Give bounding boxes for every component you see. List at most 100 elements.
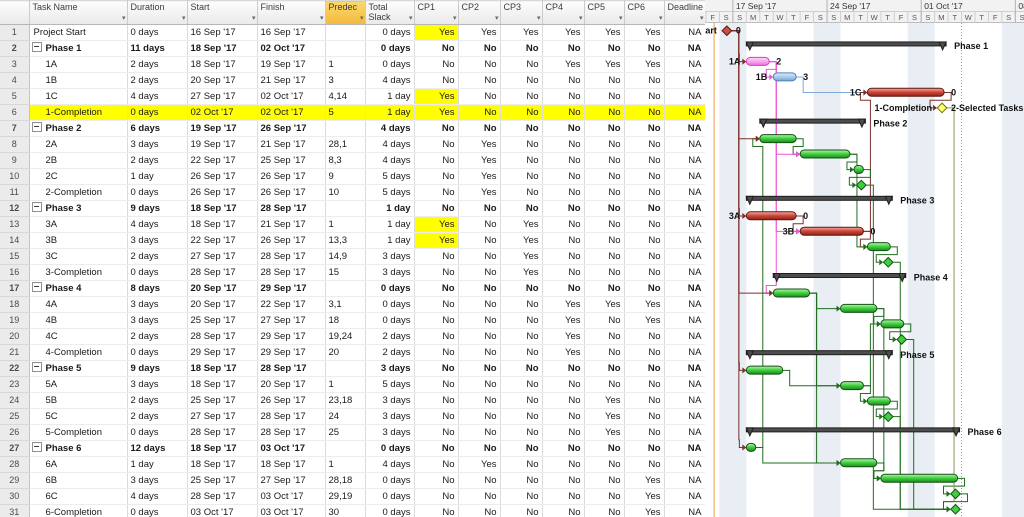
cell-cp2[interactable]: No [458,328,501,345]
cell-finish[interactable]: 21 Sep '17 [257,72,326,89]
cell-cp5[interactable]: Yes [584,424,625,441]
cell-cp2[interactable]: No [458,408,501,425]
cell-start[interactable]: 20 Sep '17 [187,296,258,313]
cell-cp3[interactable]: Yes [500,216,543,233]
cell-task-name[interactable]: Project Start [29,24,128,41]
cell-cp4[interactable]: No [542,104,585,121]
cell-deadline[interactable]: NA [664,120,706,137]
cell-deadline[interactable]: NA [664,472,706,489]
cell-cp5[interactable]: No [584,264,625,281]
cell-cp1[interactable]: No [414,504,459,517]
cell-task-name[interactable]: Phase 5 [29,360,128,377]
gantt-bar-2B[interactable] [799,149,851,159]
cell-total-slack[interactable]: 2 days [365,344,415,361]
cell-predecessors[interactable]: 4,14 [325,88,366,105]
cell-predecessors[interactable]: 19,24 [325,328,366,345]
column-header-deadline[interactable]: Deadline ▾ [664,0,706,25]
cell-cp5[interactable]: No [584,376,625,393]
cell-deadline[interactable]: NA [664,280,706,297]
cell-finish[interactable]: 16 Sep '17 [257,24,326,41]
cell-duration[interactable]: 4 days [127,216,188,233]
cell-task-name[interactable]: 5-Completion [29,424,128,441]
gantt-bar-4C[interactable] [880,319,905,329]
cell-duration[interactable]: 0 days [127,424,188,441]
cell-cp4[interactable]: No [542,88,585,105]
cell-cp1[interactable]: Yes [414,104,459,121]
cell-duration[interactable]: 0 days [127,504,188,517]
cell-predecessors[interactable]: 10 [325,184,366,201]
filter-dropdown-icon[interactable]: ▾ [495,14,499,24]
cell-cp5[interactable]: No [584,344,625,361]
cell-cp4[interactable]: No [542,136,585,153]
filter-dropdown-icon[interactable]: ▾ [659,14,663,24]
collapse-icon[interactable] [31,122,42,132]
cell-predecessors[interactable] [325,280,366,297]
cell-cp6[interactable]: No [624,264,665,281]
cell-cp2[interactable]: No [458,200,501,217]
cell-deadline[interactable]: NA [664,424,706,441]
gantt-bar-1A[interactable] [745,56,770,66]
cell-total-slack[interactable]: 3 days [365,360,415,377]
cell-start[interactable]: 20 Sep '17 [187,280,258,297]
cell-total-slack[interactable]: 0 days [365,504,415,517]
cell-task-name[interactable]: 2A [29,136,128,153]
cell-cp1[interactable]: No [414,312,459,329]
cell-duration[interactable]: 11 days [127,40,188,57]
gantt-bar-2C[interactable] [853,164,864,174]
cell-cp4[interactable]: No [542,152,585,169]
cell-deadline[interactable]: NA [664,344,706,361]
cell-cp4[interactable]: No [542,280,585,297]
cell-predecessors[interactable]: 9 [325,168,366,185]
cell-cp6[interactable]: No [624,392,665,409]
cell-duration[interactable]: 0 days [127,264,188,281]
cell-cp6[interactable]: No [624,72,665,89]
cell-deadline[interactable]: NA [664,104,706,121]
cell-deadline[interactable]: NA [664,56,706,73]
cell-cp4[interactable]: No [542,264,585,281]
cell-duration[interactable]: 0 days [127,184,188,201]
cell-task-name[interactable]: Phase 6 [29,440,128,457]
cell-cp1[interactable]: No [414,40,459,57]
cell-cp2[interactable]: No [458,72,501,89]
cell-duration[interactable]: 4 days [127,488,188,505]
cell-total-slack[interactable]: 4 days [365,152,415,169]
cell-cp4[interactable]: No [542,184,585,201]
cell-start[interactable]: 18 Sep '17 [187,360,258,377]
cell-finish[interactable]: 21 Sep '17 [257,216,326,233]
cell-cp6[interactable]: No [624,120,665,137]
cell-start[interactable]: 20 Sep '17 [187,72,258,89]
cell-predecessors[interactable]: 30 [325,504,366,517]
cell-cp3[interactable]: No [500,120,543,137]
cell-cp4[interactable]: No [542,360,585,377]
cell-start[interactable]: 18 Sep '17 [187,456,258,473]
cell-start[interactable]: 22 Sep '17 [187,232,258,249]
cell-task-name[interactable]: 3-Completion [29,264,128,281]
cell-cp2[interactable]: No [458,504,501,517]
cell-cp3[interactable]: No [500,344,543,361]
cell-task-name[interactable]: 2C [29,168,128,185]
cell-cp2[interactable]: Yes [458,24,501,41]
cell-cp2[interactable]: No [458,376,501,393]
cell-cp1[interactable]: No [414,200,459,217]
column-header-duration[interactable]: Duration ▾ [127,0,188,25]
cell-cp3[interactable]: No [500,136,543,153]
cell-row-number[interactable]: 19 [0,312,30,329]
cell-predecessors[interactable]: 1 [325,56,366,73]
cell-start[interactable]: 25 Sep '17 [187,392,258,409]
cell-task-name[interactable]: 2-Completion [29,184,128,201]
cell-start[interactable]: 02 Oct '17 [187,104,258,121]
cell-cp6[interactable]: Yes [624,312,665,329]
cell-cp3[interactable]: No [500,56,543,73]
cell-predecessors[interactable]: 8,3 [325,152,366,169]
cell-duration[interactable]: 2 days [127,408,188,425]
cell-cp3[interactable]: Yes [500,232,543,249]
cell-predecessors[interactable]: 3,1 [325,296,366,313]
cell-cp1[interactable]: No [414,184,459,201]
cell-cp4[interactable]: No [542,440,585,457]
cell-cp4[interactable]: No [542,200,585,217]
cell-start[interactable]: 25 Sep '17 [187,472,258,489]
cell-cp2[interactable]: No [458,104,501,121]
cell-task-name[interactable]: Phase 2 [29,120,128,137]
column-header-cp2[interactable]: CP2 ▾ [458,0,501,25]
cell-duration[interactable]: 2 days [127,392,188,409]
